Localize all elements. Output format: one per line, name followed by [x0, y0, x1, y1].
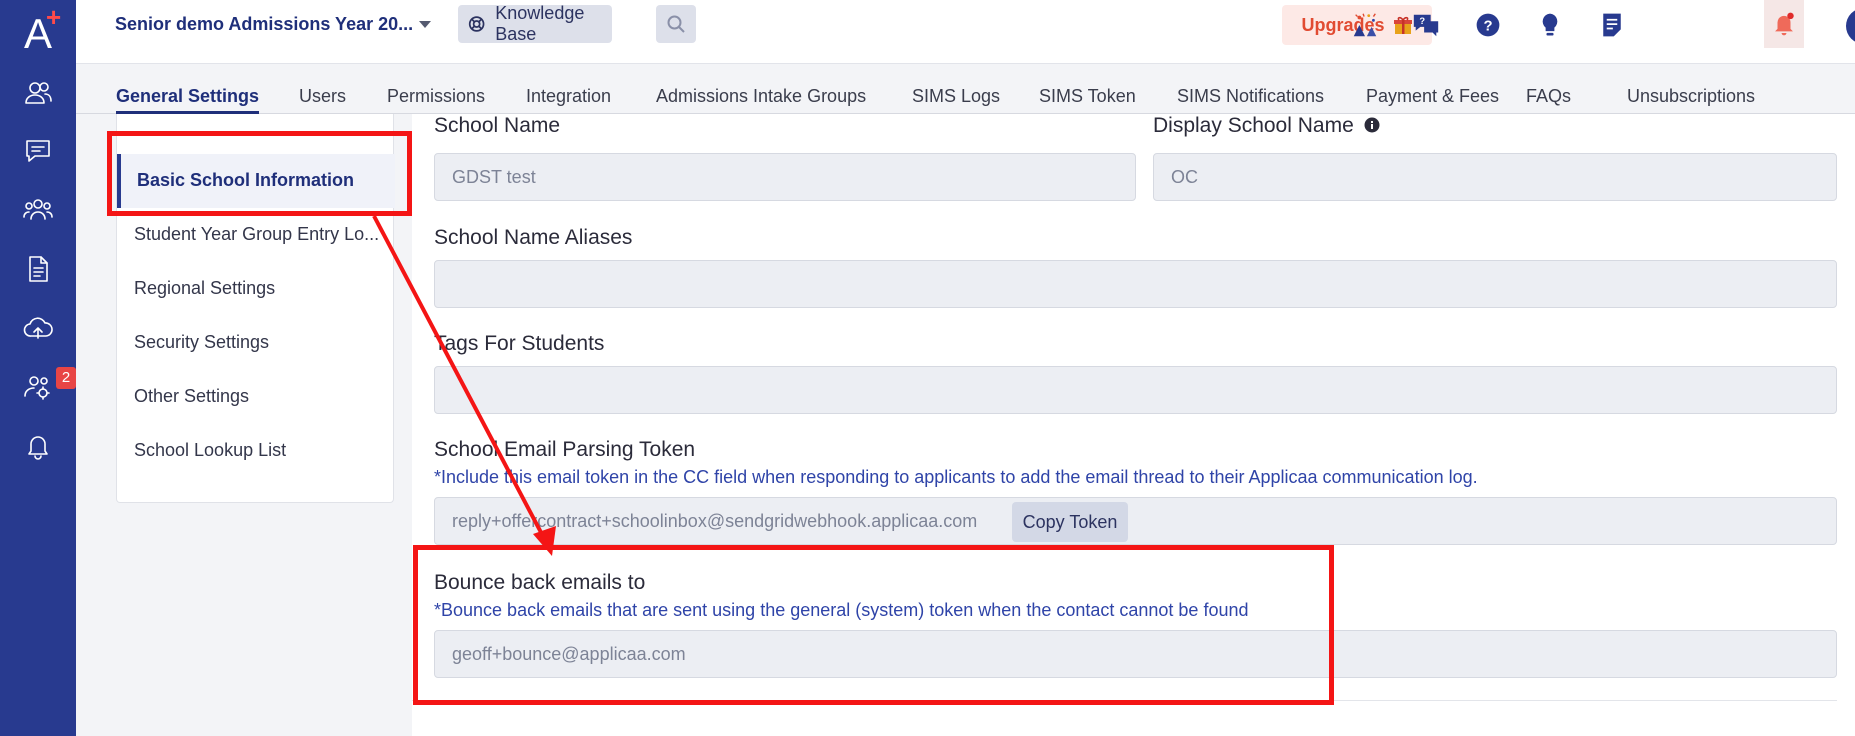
tab-sims-logs[interactable]: SIMS Logs: [912, 86, 1000, 107]
chat-question-icon[interactable]: ?: [1410, 9, 1442, 41]
lightbulb-icon[interactable]: [1534, 9, 1566, 41]
svg-text:?: ?: [1483, 18, 1492, 34]
tab-users[interactable]: Users: [299, 86, 346, 107]
tab-payment-fees[interactable]: Payment & Fees: [1366, 86, 1499, 107]
sidenav-item-security-settings[interactable]: Security Settings: [134, 332, 394, 353]
knowledge-base-button[interactable]: Knowledge Base: [458, 3, 612, 44]
tab-faqs[interactable]: FAQs: [1526, 86, 1571, 107]
contacts-icon[interactable]: [20, 75, 56, 111]
display-school-name-field[interactable]: OC: [1153, 153, 1837, 201]
app-window: A + 2 Senior demo Admissions Year 20...: [0, 0, 1855, 736]
top-header: Senior demo Admissions Year 20... Knowle…: [76, 0, 1855, 64]
alerts-button[interactable]: [1764, 0, 1804, 48]
display-school-name-label: Display School Name: [1153, 114, 1380, 138]
app-title-selector[interactable]: Senior demo Admissions Year 20...: [115, 12, 432, 36]
app-title: Senior demo Admissions Year 20...: [115, 13, 414, 34]
chevron-down-icon: [419, 20, 432, 28]
tags-for-students-label: Tags For Students: [434, 332, 605, 355]
groups-icon[interactable]: [20, 191, 56, 227]
tab-unsubscriptions[interactable]: Unsubscriptions: [1627, 86, 1755, 107]
alert-bell-icon: [1775, 12, 1794, 36]
search-icon: [667, 15, 685, 33]
tab-admissions-intake-groups[interactable]: Admissions Intake Groups: [656, 86, 866, 107]
celebration-icon[interactable]: [1349, 9, 1381, 41]
cloud-upload-icon[interactable]: [20, 310, 56, 346]
school-name-aliases-field[interactable]: [434, 260, 1837, 308]
avatar[interactable]: [1846, 8, 1855, 44]
logo-plus: +: [46, 2, 62, 32]
tab-sims-token[interactable]: SIMS Token: [1039, 86, 1136, 107]
knowledge-base-label: Knowledge Base: [495, 3, 585, 44]
display-school-name-text: Display School Name: [1153, 114, 1354, 137]
settings-tabs: General Settings Users Permissions Integ…: [76, 64, 1855, 114]
tags-for-students-field[interactable]: [434, 366, 1837, 414]
school-name-aliases-label: School Name Aliases: [434, 226, 633, 249]
search-button[interactable]: [656, 5, 696, 43]
messages-icon[interactable]: [20, 133, 56, 169]
tab-integration[interactable]: Integration: [526, 86, 611, 107]
lifebuoy-icon: [468, 16, 485, 32]
help-icon[interactable]: ?: [1472, 9, 1504, 41]
email-parsing-token-hint: *Include this email token in the CC fiel…: [434, 467, 1478, 487]
notes-icon[interactable]: [1596, 9, 1628, 41]
sidenav-item-school-lookup-list[interactable]: School Lookup List: [134, 440, 394, 461]
app-logo[interactable]: A +: [0, 0, 76, 64]
email-parsing-token-field[interactable]: reply+offercontract+schoolinbox@sendgrid…: [434, 497, 1837, 545]
document-icon[interactable]: [20, 251, 56, 287]
svg-text:?: ?: [1419, 16, 1425, 26]
school-name-label: School Name: [434, 114, 561, 137]
email-parsing-token-label: School Email Parsing Token: [434, 438, 696, 461]
school-name-field[interactable]: GDST test: [434, 153, 1136, 201]
sidenav-item-other-settings[interactable]: Other Settings: [134, 386, 394, 407]
left-rail: A + 2: [0, 0, 76, 736]
tab-permissions[interactable]: Permissions: [387, 86, 485, 107]
settings-users-icon[interactable]: [20, 369, 56, 405]
annotation-box-sidenav: [107, 131, 412, 216]
annotation-box-bounce: [413, 545, 1334, 705]
sidenav-item-student-year-group-entry[interactable]: Student Year Group Entry Lo...: [134, 224, 394, 245]
tab-general-settings[interactable]: General Settings: [116, 86, 260, 114]
tab-sims-notifications[interactable]: SIMS Notifications: [1177, 86, 1324, 107]
bell-icon[interactable]: [20, 428, 56, 464]
sidenav-item-regional-settings[interactable]: Regional Settings: [134, 278, 394, 299]
info-icon[interactable]: [1364, 117, 1380, 133]
notification-badge: 2: [56, 367, 76, 389]
copy-token-button[interactable]: Copy Token: [1012, 502, 1128, 542]
